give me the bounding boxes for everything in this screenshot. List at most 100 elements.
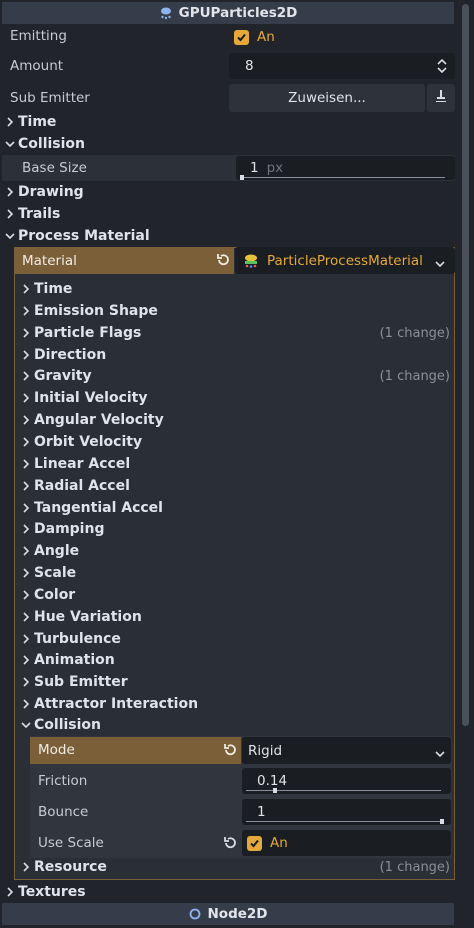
chevron-right-icon — [20, 634, 32, 644]
material-item[interactable]: Attractor Interaction — [20, 694, 450, 714]
material-resource-picker[interactable]: ParticleProcessMaterial — [235, 247, 455, 274]
emitting-label: Emitting — [10, 28, 67, 44]
material-item[interactable]: Emission Shape — [20, 301, 450, 321]
material-section-resource[interactable]: Resource (1 change) — [20, 857, 450, 877]
material-item-change-note: (1 change) — [379, 368, 450, 384]
material-item[interactable]: Sub Emitter — [20, 672, 450, 692]
material-item[interactable]: Particle Flags (1 change) — [20, 323, 450, 343]
material-item-label: Attractor Interaction — [34, 696, 199, 712]
chevron-right-icon — [20, 677, 32, 687]
chevron-right-icon — [20, 415, 32, 425]
chevron-right-icon — [20, 524, 32, 534]
material-item[interactable]: Damping — [20, 519, 450, 539]
chevron-right-icon — [4, 117, 16, 127]
chevron-right-icon — [20, 546, 32, 556]
material-item-label: Scale — [34, 565, 77, 581]
section-trails[interactable]: Trails — [4, 204, 60, 224]
node-title: GPUParticles2D — [178, 5, 298, 21]
mode-dropdown[interactable]: Rigid — [242, 737, 451, 764]
material-item-label: Linear Accel — [34, 456, 131, 472]
material-item[interactable]: Animation — [20, 650, 450, 670]
use-scale-label: Use Scale — [38, 835, 104, 851]
use-scale-checkbox[interactable]: An — [242, 830, 451, 856]
base-size-value: 1 — [250, 160, 259, 176]
revert-icon[interactable] — [216, 253, 230, 267]
material-item[interactable]: Gravity (1 change) — [20, 366, 450, 386]
check-icon — [234, 29, 249, 45]
base-size-slider-knob[interactable] — [240, 175, 244, 180]
material-item[interactable]: Radial Accel — [20, 476, 450, 496]
material-item-label: Damping — [34, 521, 105, 537]
resource-change-note: (1 change) — [379, 859, 450, 875]
scrollbar-thumb[interactable] — [462, 4, 469, 726]
chevron-right-icon — [20, 328, 32, 338]
material-item[interactable]: Scale — [20, 563, 450, 583]
assign-button[interactable]: Zuweisen... — [229, 84, 425, 112]
friction-slider-knob[interactable] — [273, 788, 277, 793]
material-item[interactable]: Direction — [20, 345, 450, 365]
revert-icon[interactable] — [223, 743, 237, 757]
material-item[interactable]: Angle — [20, 541, 450, 561]
material-item-label: Turbulence — [34, 631, 121, 647]
material-item-label: Particle Flags — [34, 325, 142, 341]
material-item[interactable]: Orbit Velocity — [20, 432, 450, 452]
material-item[interactable]: Initial Velocity — [20, 388, 450, 408]
material-item[interactable]: Turbulence — [20, 629, 450, 649]
revert-icon[interactable] — [223, 836, 237, 850]
node2d-icon — [189, 908, 201, 920]
material-item[interactable]: Time — [20, 279, 450, 299]
amount-label: Amount — [10, 58, 64, 74]
chevron-right-icon — [20, 503, 32, 513]
chevron-down-icon[interactable] — [435, 256, 445, 272]
base-size-unit: px — [266, 160, 284, 176]
material-item-change-note: (1 change) — [379, 325, 450, 341]
chevron-right-icon — [4, 209, 16, 219]
material-item[interactable]: Hue Variation — [20, 607, 450, 627]
section-collision-label: Collision — [18, 136, 86, 152]
chevron-right-icon — [20, 568, 32, 578]
sub-emitter-label: Sub Emitter — [10, 90, 90, 106]
resource-label: Resource — [34, 859, 107, 875]
material-item[interactable]: Color — [20, 585, 450, 605]
material-item-label: Color — [34, 587, 76, 603]
material-item[interactable]: Tangential Accel — [20, 498, 450, 518]
chevron-right-icon — [20, 481, 32, 491]
chevron-down-icon — [4, 232, 16, 240]
friction-label: Friction — [38, 773, 88, 789]
chevron-right-icon — [20, 459, 32, 469]
material-section-collision[interactable]: Collision — [20, 715, 450, 735]
check-icon — [247, 835, 262, 851]
clear-button[interactable] — [427, 84, 455, 112]
section-drawing[interactable]: Drawing — [4, 182, 84, 202]
bounce-label: Bounce — [38, 804, 89, 820]
chevron-right-icon — [20, 437, 32, 447]
chevron-right-icon — [20, 655, 32, 665]
amount-spinbox[interactable]: 8 — [229, 53, 455, 79]
material-item-label: Animation — [34, 652, 115, 668]
assign-button-label: Zuweisen... — [288, 90, 366, 106]
material-label: Material — [22, 252, 77, 269]
base-size-slider-track — [240, 177, 445, 178]
section-process-material[interactable]: Process Material — [4, 226, 150, 246]
section-time[interactable]: Time — [4, 112, 56, 132]
material-item[interactable]: Angular Velocity — [20, 410, 450, 430]
material-item[interactable]: Linear Accel — [20, 454, 450, 474]
section-textures-label: Textures — [18, 884, 86, 900]
chevron-right-icon — [20, 699, 32, 709]
clear-icon — [435, 89, 447, 107]
amount-value: 8 — [245, 58, 254, 74]
node2d-header[interactable]: Node2D — [2, 903, 454, 925]
chevron-down-icon — [435, 746, 445, 762]
material-item-label: Initial Velocity — [34, 390, 148, 406]
chevron-down-icon — [20, 721, 32, 729]
emitting-checkbox[interactable]: An — [229, 25, 455, 49]
spin-arrows-icon[interactable] — [437, 58, 447, 78]
section-textures[interactable]: Textures — [4, 882, 86, 902]
base-size-label: Base Size — [22, 160, 87, 176]
mode-label: Mode — [38, 742, 75, 758]
section-trails-label: Trails — [18, 206, 61, 222]
material-item-label: Hue Variation — [34, 609, 142, 625]
material-item-label: Radial Accel — [34, 478, 130, 494]
section-collision[interactable]: Collision — [4, 134, 85, 154]
bounce-slider-knob[interactable] — [440, 819, 444, 824]
